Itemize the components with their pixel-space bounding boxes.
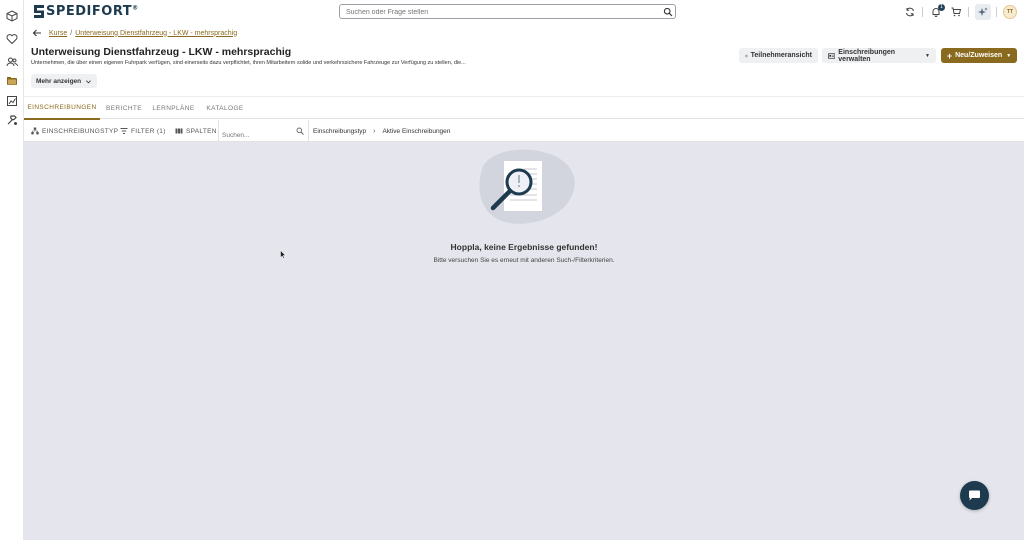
empty-state-subtitle: Bitte versuchen Sie es erneut mit andere…: [433, 257, 615, 264]
breadcrumb-current-link[interactable]: Unterweisung Dienstfahrzeug - LKW - mehr…: [75, 30, 237, 37]
tools-icon[interactable]: [5, 113, 19, 127]
spedifort-logo[interactable]: SPEDIFORT®: [33, 3, 139, 20]
participant-view-button[interactable]: Teilnehmeransicht: [739, 48, 818, 63]
table-search-box[interactable]: [222, 124, 304, 143]
folder-icon[interactable]: [5, 74, 19, 88]
notification-badge: 1: [938, 4, 945, 11]
tab-enrollments[interactable]: EINSCHREIBUNGEN: [24, 97, 100, 120]
mouse-cursor-icon: [280, 250, 286, 259]
tabs-bar: EINSCHREIBUNGEN BERICHTE LERNPLÄNE KATAL…: [24, 96, 1024, 120]
brand-name: SPEDIFORT®: [46, 4, 139, 19]
table-search-input[interactable]: [222, 128, 290, 143]
enrollment-type-label: EINSCHREIBUNGSTYP: [42, 127, 119, 135]
caret-down-icon: ▼: [925, 52, 930, 59]
participant-view-label: Teilnehmeransicht: [750, 52, 812, 59]
topbar-separator: [968, 7, 969, 17]
show-more-button[interactable]: Mehr anzeigen: [31, 74, 97, 88]
chat-support-button[interactable]: [960, 481, 989, 510]
global-search-box[interactable]: [339, 4, 676, 19]
manage-enrollments-label: Einschreibungen verwalten: [838, 48, 896, 63]
tab-learning-plans[interactable]: LERNPLÄNE: [151, 97, 196, 120]
chat-bubble-icon: [969, 490, 980, 501]
filter-crumb-type[interactable]: Einschreibungstyp: [313, 128, 366, 135]
plus-icon: +: [946, 50, 953, 61]
topbar-separator: [996, 7, 997, 17]
left-navigation-rail: [0, 0, 24, 540]
user-avatar[interactable]: TT: [1003, 5, 1017, 19]
columns-label: SPALTEN: [186, 127, 217, 135]
users-icon[interactable]: [5, 55, 19, 69]
no-results-illustration-icon: [479, 149, 575, 224]
top-bar: SPEDIFORT® 1 TT: [24, 0, 1024, 24]
chevron-down-icon: [86, 79, 92, 83]
tab-catalogs[interactable]: KATALOGE: [204, 97, 246, 120]
filter-crumb-value[interactable]: Aktive Einschreibungen: [382, 128, 450, 135]
empty-state-title: Hoppla, keine Ergebnisse gefunden!: [450, 242, 598, 252]
global-search-input[interactable]: [346, 7, 646, 17]
search-icon[interactable]: [296, 127, 304, 135]
hierarchy-icon: [31, 127, 39, 135]
chart-icon[interactable]: [5, 94, 19, 108]
filter-icon: [120, 128, 128, 134]
back-arrow-icon[interactable]: [32, 28, 42, 38]
results-area: Hoppla, keine Ergebnisse gefunden! Bitte…: [24, 142, 1024, 540]
columns-icon: [175, 128, 183, 134]
chevron-right-icon: ›: [373, 127, 376, 135]
breadcrumb-root-link[interactable]: Kurse: [49, 30, 67, 37]
sparkle-icon: [978, 7, 988, 16]
cube-icon[interactable]: [5, 9, 19, 23]
toolbar-separator: [308, 120, 309, 142]
cart-icon[interactable]: [950, 6, 962, 18]
filter-button[interactable]: FILTER (1): [120, 120, 166, 142]
tab-reports[interactable]: BERICHTE: [103, 97, 145, 120]
ai-assistant-button[interactable]: [975, 4, 991, 20]
filter-label: FILTER (1): [131, 127, 166, 135]
breadcrumb-separator: /: [70, 29, 73, 37]
logo-mark-icon: [34, 5, 44, 18]
enrollment-type-button[interactable]: EINSCHREIBUNGSTYP: [31, 120, 118, 142]
search-icon[interactable]: [663, 7, 673, 17]
heart-icon[interactable]: [5, 32, 19, 46]
columns-button[interactable]: SPALTEN: [175, 120, 217, 142]
new-assign-button[interactable]: + Neu/Zuweisen ▼: [941, 48, 1017, 63]
table-toolbar: EINSCHREIBUNGSTYP FILTER (1) SPALTEN Ein…: [24, 120, 1024, 143]
id-card-icon: [828, 52, 836, 59]
manage-enrollments-button[interactable]: Einschreibungen verwalten ▼: [822, 48, 936, 63]
new-assign-label: Neu/Zuweisen: [955, 52, 1003, 59]
page-title: Unterweisung Dienstfahrzeug - LKW - mehr…: [31, 46, 292, 58]
caret-down-icon: ▼: [1006, 52, 1012, 59]
course-description: Unternehmen, die über einen eigenen Fuhr…: [31, 60, 466, 66]
sync-icon[interactable]: [904, 6, 916, 18]
play-circle-icon: [745, 54, 748, 57]
active-filter-crumb: Einschreibungstyp › Aktive Einschreibung…: [313, 120, 450, 142]
topbar-separator: [922, 7, 923, 17]
breadcrumb: Kurse / Unterweisung Dienstfahrzeug - LK…: [32, 27, 237, 39]
show-more-label: Mehr anzeigen: [36, 77, 82, 85]
toolbar-separator: [218, 120, 219, 142]
